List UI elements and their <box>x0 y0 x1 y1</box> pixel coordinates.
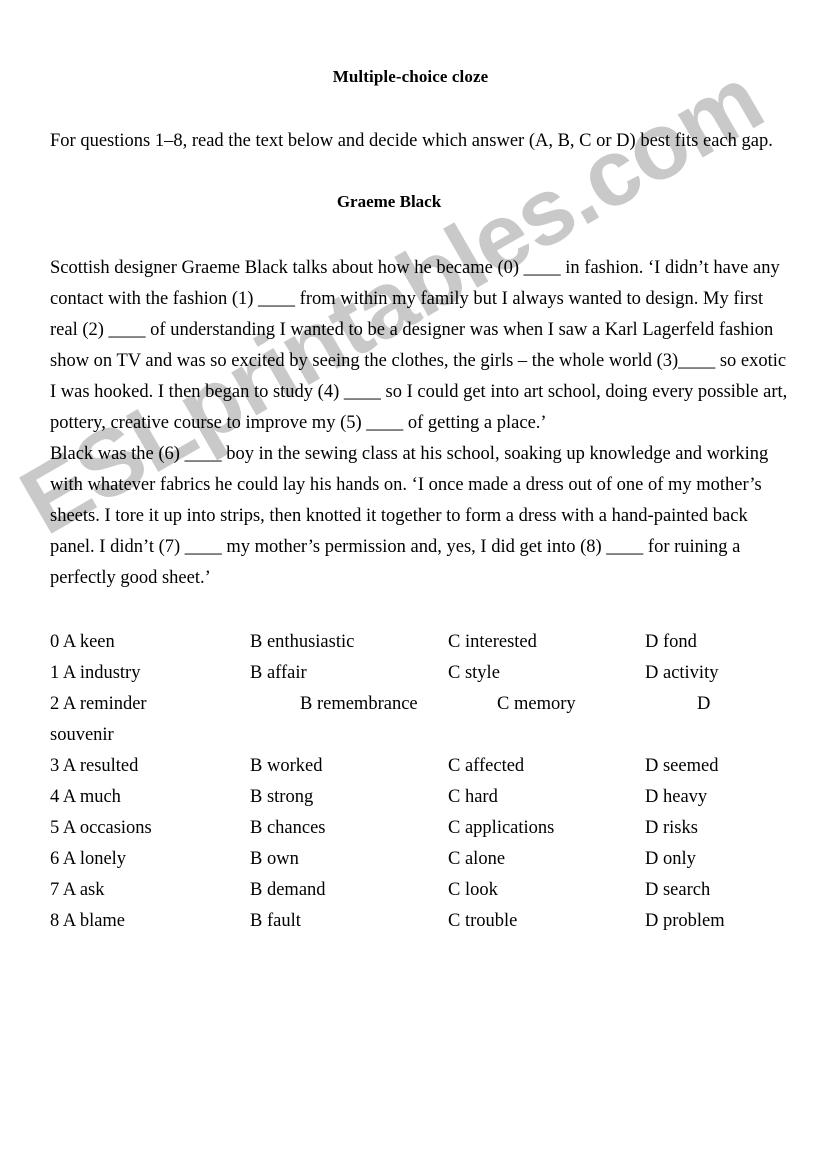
answer-options-list: 0 A keen B enthusiastic C interested D fond… <box>50 627 790 937</box>
option-row: 2 A reminder B remembrance C memory D <box>50 689 790 720</box>
option-row: 4 A much B strong C hard D heavy <box>50 782 790 813</box>
option-choice-b[interactable]: B affair <box>250 658 307 689</box>
option-choice-a[interactable]: 8 A blame <box>50 906 125 937</box>
option-choice-c[interactable]: C interested <box>448 627 537 658</box>
option-choice-b[interactable]: B enthusiastic <box>250 627 354 658</box>
option-row: 7 A ask B demand C look D search <box>50 875 790 906</box>
passage-line: sheets. I tore it up into strips, then k… <box>50 506 748 526</box>
option-choice-d[interactable]: D search <box>645 875 710 906</box>
option-choice-a[interactable]: 6 A lonely <box>50 844 126 875</box>
option-choice-c[interactable]: C alone <box>448 844 505 875</box>
option-choice-d[interactable]: D heavy <box>645 782 707 813</box>
option-choice-c[interactable]: C trouble <box>448 906 517 937</box>
option-choice-d-continued[interactable]: souvenir <box>50 720 790 751</box>
option-choice-d[interactable]: D risks <box>645 813 698 844</box>
option-choice-b[interactable]: B chances <box>250 813 326 844</box>
option-choice-b[interactable]: B worked <box>250 751 322 782</box>
option-choice-a[interactable]: 3 A resulted <box>50 751 138 782</box>
option-choice-d[interactable]: D activity <box>645 658 718 689</box>
passage-line: contact with the fashion (1) ____ from w… <box>50 289 764 309</box>
passage-line: with whatever fabrics he could lay his h… <box>50 475 762 495</box>
instructions-text: For questions 1–8, read the text below a… <box>50 131 773 151</box>
option-choice-c[interactable]: C memory <box>497 689 576 720</box>
passage-line: Black was the (6) ____ boy in the sewing… <box>50 444 769 464</box>
option-choice-c[interactable]: C affected <box>448 751 524 782</box>
option-choice-a[interactable]: 2 A reminder <box>50 689 147 720</box>
option-choice-b[interactable]: B strong <box>250 782 313 813</box>
option-row: 5 A occasions B chances C applications D ri… <box>50 813 790 844</box>
worksheet-page: ESLprintables.com Multiple-choice cloze … <box>0 0 821 1161</box>
option-row: 6 A lonely B own C alone D only <box>50 844 790 875</box>
passage-title: Graeme Black <box>336 192 442 211</box>
option-choice-d[interactable]: D <box>697 689 710 720</box>
passage-line: perfectly good sheet.’ <box>50 568 211 588</box>
passage-line: show on TV and was so excited by seeing … <box>50 351 787 371</box>
passage-line: real (2) ____ of understanding I wanted … <box>50 320 774 340</box>
option-row: 3 A resulted B worked C affected D seemed <box>50 751 790 782</box>
passage-line: pottery, creative course to improve my (… <box>50 413 547 433</box>
passage-line: Scottish designer Graeme Black talks abo… <box>50 258 780 278</box>
option-choice-d[interactable]: D problem <box>645 906 725 937</box>
option-row: 8 A blame B fault C trouble D problem <box>50 906 790 937</box>
option-choice-c[interactable]: C hard <box>448 782 498 813</box>
option-choice-d[interactable]: D seemed <box>645 751 718 782</box>
option-choice-b[interactable]: B remembrance <box>300 689 418 720</box>
passage-line: panel. I didn’t (7) ____ my mother’s per… <box>50 537 741 557</box>
passage-line: I was hooked. I then began to study (4) … <box>50 382 788 402</box>
cloze-passage: Scottish designer Graeme Black talks abo… <box>50 253 790 594</box>
option-choice-a[interactable]: 7 A ask <box>50 875 104 906</box>
option-choice-a[interactable]: 1 A industry <box>50 658 140 689</box>
option-choice-c[interactable]: C style <box>448 658 500 689</box>
option-row: 1 A industry B affair C style D activity <box>50 658 790 689</box>
option-choice-b[interactable]: B demand <box>250 875 326 906</box>
option-choice-d[interactable]: D fond <box>645 627 697 658</box>
option-choice-a[interactable]: 5 A occasions <box>50 813 152 844</box>
option-row: 0 A keen B enthusiastic C interested D fond <box>50 627 790 658</box>
option-choice-c[interactable]: C applications <box>448 813 554 844</box>
option-choice-a[interactable]: 4 A much <box>50 782 121 813</box>
option-choice-b[interactable]: B own <box>250 844 299 875</box>
option-choice-b[interactable]: B fault <box>250 906 301 937</box>
option-choice-d[interactable]: D only <box>645 844 696 875</box>
option-choice-a[interactable]: 0 A keen <box>50 627 115 658</box>
option-choice-c[interactable]: C look <box>448 875 498 906</box>
page-title: Multiple-choice cloze <box>332 67 489 86</box>
